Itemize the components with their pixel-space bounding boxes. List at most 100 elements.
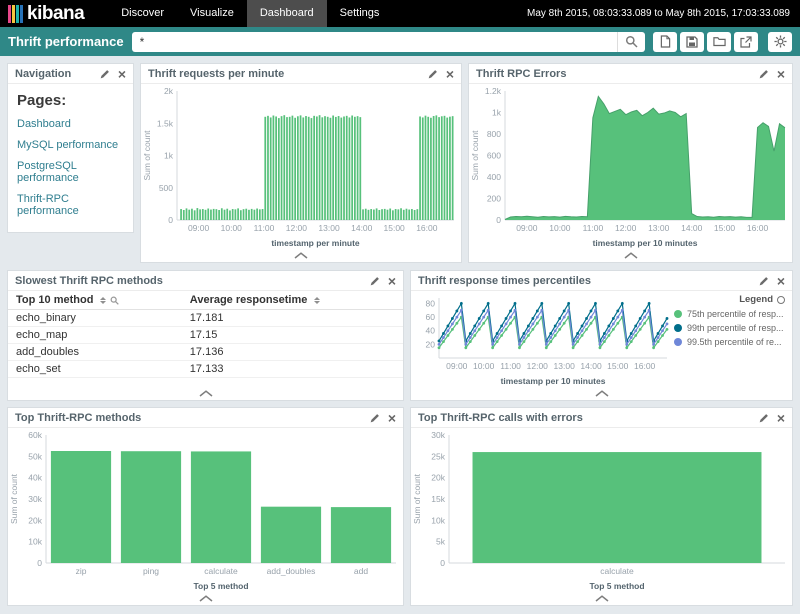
edit-panel-button[interactable]	[428, 69, 438, 79]
pencil-icon	[100, 69, 110, 79]
collapse-panel-button[interactable]	[411, 387, 792, 400]
time-range[interactable]: May 8th 2015, 08:03:33.089 to May 8th 20…	[527, 0, 800, 27]
edit-panel-button[interactable]	[759, 276, 769, 286]
collapse-chevron-icon	[594, 390, 610, 397]
svg-text:1k: 1k	[492, 108, 502, 118]
panel-top-errors: Top Thrift-RPC calls with errors × 05k10…	[410, 407, 793, 606]
svg-text:600: 600	[487, 151, 501, 161]
svg-text:13:00: 13:00	[318, 223, 340, 233]
svg-text:12:00: 12:00	[615, 223, 637, 233]
panel-percentiles: Thrift response times percentiles × 20 40…	[410, 270, 793, 401]
panel-slowest-methods: Slowest Thrift RPC methods × Top 10 meth…	[7, 270, 404, 401]
panel-header: Slowest Thrift RPC methods ×	[8, 271, 403, 291]
svg-text:09:00: 09:00	[446, 361, 468, 371]
table-cell: add_doubles	[8, 344, 182, 361]
close-panel-button[interactable]: ×	[777, 70, 785, 79]
svg-text:Sum of count: Sum of count	[412, 473, 422, 524]
edit-panel-button[interactable]	[100, 69, 110, 79]
kibana-logo[interactable]: kibana	[0, 0, 94, 27]
percentiles-chart: 2040608009:0010:0011:0012:0013:0014:0015…	[411, 291, 674, 387]
pencil-icon	[759, 69, 769, 79]
panel-header: Thrift RPC Errors ×	[469, 64, 792, 84]
tab-visualize[interactable]: Visualize	[177, 0, 247, 27]
edit-panel-button[interactable]	[370, 413, 380, 423]
svg-text:11:00: 11:00	[254, 223, 275, 233]
legend-item[interactable]: 75th percentile of resp...	[674, 309, 785, 319]
close-panel-button[interactable]: ×	[777, 277, 785, 286]
collapse-chevron-icon	[293, 252, 309, 259]
table-row: echo_map17.15	[8, 327, 403, 344]
column-header-method[interactable]: Top 10 method	[8, 291, 182, 310]
new-dashboard-icon	[660, 35, 671, 48]
collapse-panel-button[interactable]	[8, 592, 403, 605]
svg-text:10:00: 10:00	[473, 361, 495, 371]
collapse-panel-button[interactable]	[469, 249, 792, 262]
navigation-body: Pages: DashboardMySQL performancePostgre…	[8, 84, 133, 232]
svg-text:40k: 40k	[28, 473, 42, 483]
collapse-panel-button[interactable]	[8, 387, 403, 400]
svg-text:10k: 10k	[28, 537, 42, 547]
svg-text:500: 500	[159, 183, 173, 193]
svg-text:20: 20	[426, 339, 436, 349]
tab-settings[interactable]: Settings	[327, 0, 393, 27]
panel-title: Top Thrift-RPC methods	[15, 412, 370, 424]
nav-link-mysql-performance[interactable]: MySQL performance	[17, 139, 124, 151]
nav-link-thrift-rpc-performance[interactable]: Thrift-RPC performance	[17, 193, 124, 217]
svg-text:Top 5 method: Top 5 method	[193, 581, 248, 591]
nav-link-dashboard[interactable]: Dashboard	[17, 118, 124, 130]
svg-text:zip: zip	[76, 566, 87, 576]
svg-text:16:00: 16:00	[634, 361, 656, 371]
collapse-panel-button[interactable]	[141, 249, 461, 262]
search-button[interactable]	[617, 32, 645, 52]
edit-panel-button[interactable]	[759, 69, 769, 79]
panel-header: Thrift response times percentiles ×	[411, 271, 792, 291]
legend-items: 75th percentile of resp... 99th percentil…	[674, 309, 785, 347]
edit-panel-button[interactable]	[759, 413, 769, 423]
open-folder-icon	[713, 36, 726, 47]
svg-text:13:00: 13:00	[554, 361, 576, 371]
tab-discover[interactable]: Discover	[108, 0, 177, 27]
legend-item[interactable]: 99th percentile of resp...	[674, 323, 785, 333]
svg-text:2k: 2k	[164, 86, 174, 96]
legend-item[interactable]: 99.5th percentile of re...	[674, 337, 785, 347]
svg-text:12:00: 12:00	[527, 361, 549, 371]
legend-toggle[interactable]: Legend	[674, 294, 785, 305]
share-dashboard-button[interactable]	[734, 32, 758, 52]
collapse-panel-button[interactable]	[411, 592, 792, 605]
svg-text:10k: 10k	[431, 515, 445, 525]
panel-title: Thrift requests per minute	[148, 68, 428, 80]
query-input[interactable]	[132, 32, 617, 52]
svg-text:1.5k: 1.5k	[157, 118, 174, 128]
table-row: add_doubles17.136	[8, 344, 403, 361]
close-panel-button[interactable]: ×	[388, 277, 396, 286]
close-panel-button[interactable]: ×	[388, 414, 396, 423]
column-header-responsetime[interactable]: Average responsetime	[182, 291, 403, 310]
panel-tools: ×	[759, 276, 785, 286]
panel-title: Slowest Thrift RPC methods	[15, 275, 370, 287]
load-dashboard-button[interactable]	[707, 32, 731, 52]
svg-text:40: 40	[426, 326, 436, 336]
tab-dashboard[interactable]: Dashboard	[247, 0, 327, 27]
legend-title-label: Legend	[739, 294, 773, 305]
edit-panel-button[interactable]	[370, 276, 380, 286]
svg-text:20k: 20k	[431, 473, 445, 483]
panel-tools: ×	[370, 276, 396, 286]
navigation-links: Dashboard MySQL performance PostgreSQL per…	[17, 118, 124, 217]
svg-text:1k: 1k	[164, 151, 174, 161]
dashboard-options-button[interactable]	[768, 32, 792, 52]
panel-tools: ×	[759, 69, 785, 79]
new-dashboard-button[interactable]	[653, 32, 677, 52]
svg-text:13:00: 13:00	[648, 223, 670, 233]
close-panel-button[interactable]: ×	[446, 70, 454, 79]
close-panel-button[interactable]: ×	[118, 70, 126, 79]
search-group	[132, 32, 645, 52]
save-dashboard-button[interactable]	[680, 32, 704, 52]
nav-link-postgresql-performance[interactable]: PostgreSQL performance	[17, 160, 124, 184]
close-panel-button[interactable]: ×	[777, 414, 785, 423]
chart-body: 05k10k15k20k25k30kcalculateSum of countT…	[411, 428, 792, 592]
chart-legend: Legend 75th percentile of resp... 99th pe…	[674, 291, 792, 387]
svg-text:09:00: 09:00	[516, 223, 538, 233]
search-icon	[625, 35, 638, 48]
panel-tools: ×	[428, 69, 454, 79]
svg-text:15:00: 15:00	[714, 223, 736, 233]
